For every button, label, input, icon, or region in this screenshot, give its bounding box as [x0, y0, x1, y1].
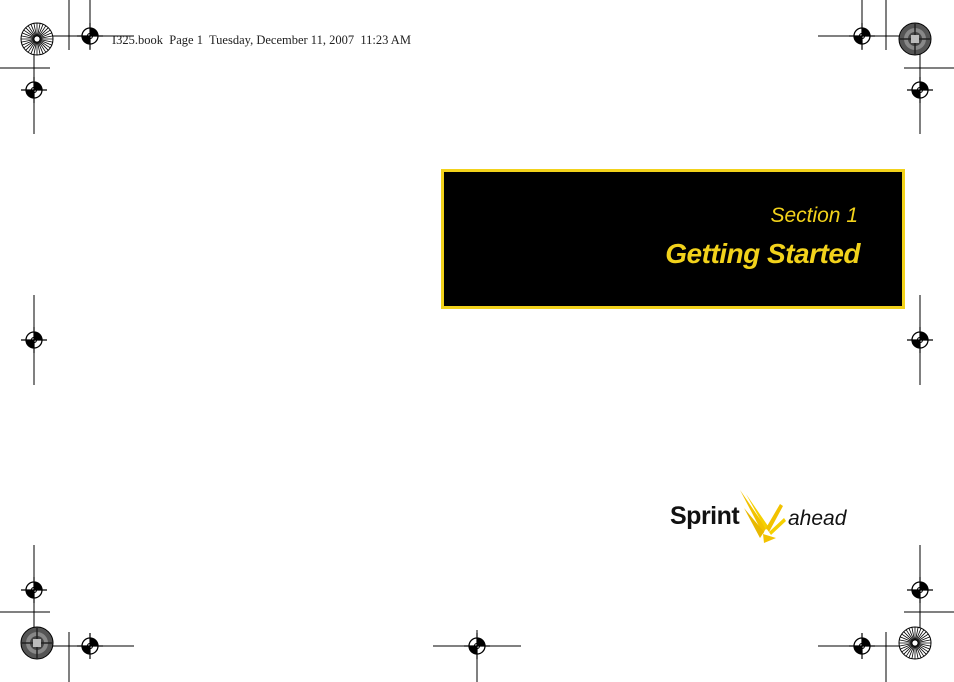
section-label: Section 1 — [770, 204, 858, 227]
color-wheel-icon — [898, 626, 932, 660]
registration-mark-icon — [906, 76, 934, 104]
registration-mark-icon — [906, 576, 934, 604]
sprint-logo: Sprint ahead — [668, 488, 858, 548]
color-wheel-icon — [20, 626, 54, 660]
color-wheel-icon — [898, 22, 932, 56]
registration-mark-icon — [906, 326, 934, 354]
registration-mark-icon — [848, 632, 876, 660]
sprint-wing-icon — [740, 490, 786, 543]
registration-mark-icon — [848, 22, 876, 50]
registration-mark-icon — [76, 632, 104, 660]
print-marks — [0, 0, 954, 682]
registration-mark-icon — [20, 576, 48, 604]
registration-mark-icon — [20, 326, 48, 354]
document-page: I325.book Page 1 Tuesday, December 11, 2… — [0, 0, 954, 682]
logo-tagline: ahead — [788, 507, 847, 530]
registration-mark-icon — [463, 632, 491, 660]
registration-mark-icon — [76, 22, 104, 50]
section-title-box: Section 1 Getting Started — [441, 169, 905, 309]
registration-mark-icon — [20, 76, 48, 104]
color-wheel-icon — [20, 22, 54, 56]
section-title: Getting Started — [665, 238, 860, 269]
logo-brand: Sprint — [670, 502, 740, 530]
